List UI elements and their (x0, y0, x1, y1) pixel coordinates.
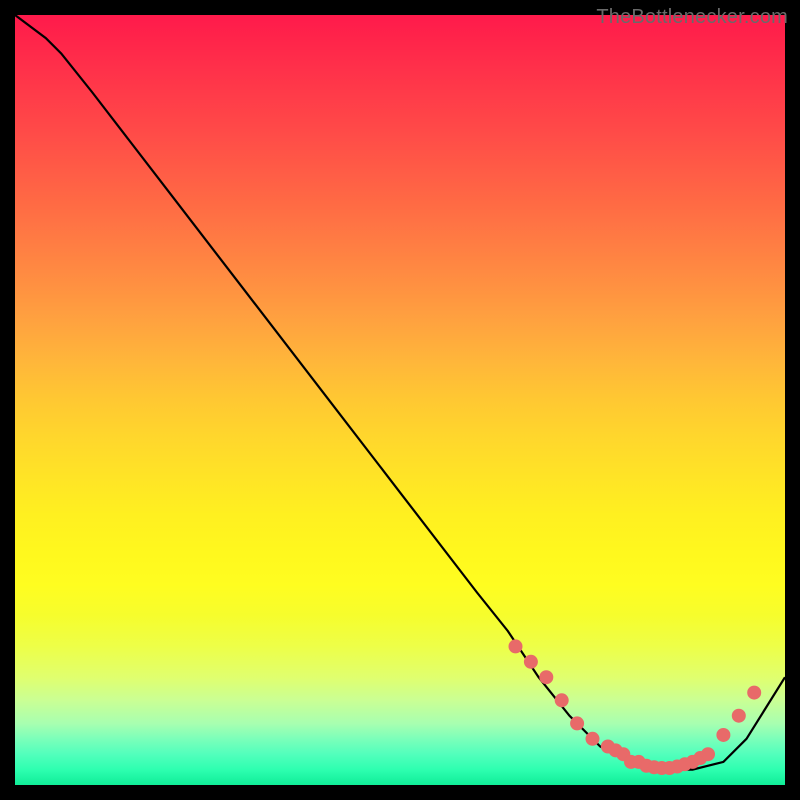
data-marker (748, 686, 761, 699)
gradient-background (15, 15, 785, 785)
data-marker (717, 728, 730, 741)
data-marker (540, 671, 553, 684)
watermark-text: TheBottlenecker.com (596, 6, 788, 29)
data-marker (702, 748, 715, 761)
chart-svg (15, 15, 785, 785)
data-marker (586, 732, 599, 745)
data-marker (509, 640, 522, 653)
data-marker (524, 655, 537, 668)
chart-plot-area (15, 15, 785, 785)
data-marker (555, 694, 568, 707)
data-marker (571, 717, 584, 730)
data-marker (732, 709, 745, 722)
